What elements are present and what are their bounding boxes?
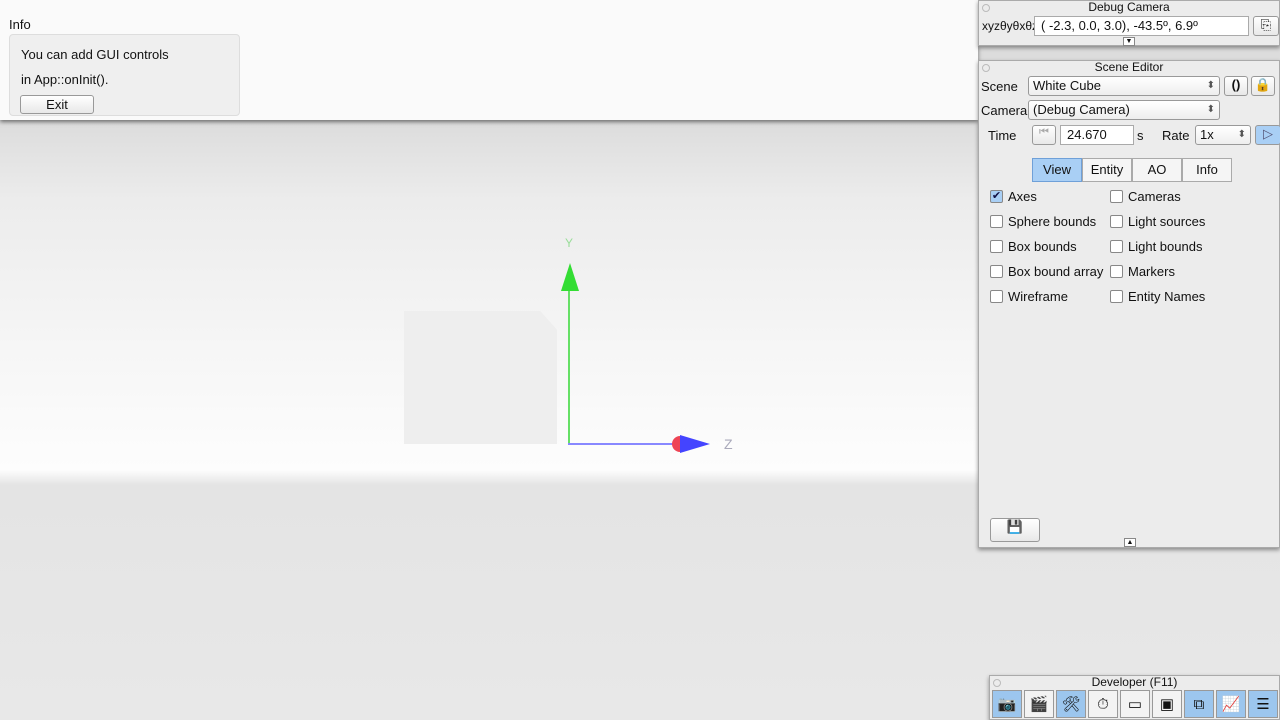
checkbox-label: Sphere bounds xyxy=(1008,214,1097,229)
info-title: Info xyxy=(9,17,31,32)
scene-editor-window: Scene Editor Scene White Cube () 🔒 Camer… xyxy=(978,60,1280,548)
checkbox-label: Light bounds xyxy=(1128,239,1203,254)
log-icon: ☰ xyxy=(1256,696,1270,713)
camera-label: Camera xyxy=(981,103,1028,118)
reload-scene-button[interactable]: () xyxy=(1224,76,1248,96)
developer-window: Developer (F11) 📷 🎬 🛠 ⏱ ▭ ▣ ⧉ 📈 ☰ xyxy=(989,675,1280,720)
checkbox-label: Axes xyxy=(1008,189,1037,204)
window-tool-button[interactable]: ▭ xyxy=(1120,690,1150,718)
y-arrow-icon xyxy=(561,263,579,291)
z-arrow-icon xyxy=(680,435,710,453)
checkbox-box[interactable] xyxy=(990,215,1003,228)
collapse-icon[interactable]: ▲ xyxy=(1124,538,1136,547)
checkbox-entity-names[interactable]: Entity Names xyxy=(1110,289,1205,304)
scene-icon: ⧉ xyxy=(1193,695,1205,713)
camera-coords-label: xyzθyθxθz xyxy=(982,19,1039,33)
time-field[interactable]: 24.670 xyxy=(1060,125,1134,145)
lock-button[interactable]: 🔒 xyxy=(1251,76,1275,96)
checkbox-box[interactable] xyxy=(1110,190,1123,203)
debug-camera-window: Debug Camera xyzθyθxθz ( -2.3, 0.0, 3.0)… xyxy=(978,0,1280,46)
time-unit: s xyxy=(1137,128,1144,143)
checkbox-axes[interactable]: ✔ Axes xyxy=(990,189,1037,204)
checkbox-label: Entity Names xyxy=(1128,289,1206,304)
checkbox-box[interactable]: ✔ xyxy=(990,190,1003,203)
checkbox-box-bound-array[interactable]: Box bound array xyxy=(990,264,1103,279)
checkbox-box[interactable] xyxy=(990,240,1003,253)
clapperboard-icon: 🎬 xyxy=(1029,696,1049,713)
tools-tool-button[interactable]: 🛠 xyxy=(1056,690,1086,718)
checkbox-box[interactable] xyxy=(990,290,1003,303)
rate-select[interactable]: 1x xyxy=(1195,125,1251,145)
checkbox-label: Markers xyxy=(1128,264,1175,279)
checkbox-box[interactable] xyxy=(1110,215,1123,228)
rate-label: Rate xyxy=(1162,128,1190,143)
time-label: Time xyxy=(988,128,1017,143)
z-axis xyxy=(568,443,678,445)
checkbox-box[interactable] xyxy=(1110,265,1123,278)
checkbox-markers[interactable]: Markers xyxy=(1110,264,1175,279)
stats-icon: 📈 xyxy=(1221,696,1241,713)
checkbox-label: Wireframe xyxy=(1008,289,1068,304)
info-text-1: You can add GUI controls xyxy=(21,47,169,62)
console-tool-button[interactable]: ▣ xyxy=(1152,690,1182,718)
console-icon: ▣ xyxy=(1159,696,1175,713)
camera-select[interactable]: (Debug Camera) xyxy=(1028,100,1220,120)
tools-icon: 🛠 xyxy=(1061,696,1081,713)
checkbox-box-bounds[interactable]: Box bounds xyxy=(990,239,1077,254)
white-cube xyxy=(404,311,557,444)
info-bar: Info You can add GUI controls in App::on… xyxy=(0,0,978,120)
scene-editor-title: Scene Editor xyxy=(979,61,1279,74)
checkbox-light-bounds[interactable]: Light bounds xyxy=(1110,239,1202,254)
camera-tool-button[interactable]: 📷 xyxy=(992,690,1022,718)
checkbox-label: Box bounds xyxy=(1008,239,1077,254)
save-scene-button[interactable]: 💾 xyxy=(990,518,1040,542)
checkbox-label: Box bound array xyxy=(1008,264,1104,279)
tab-info[interactable]: Info xyxy=(1182,158,1232,182)
checkbox-label: Light sources xyxy=(1128,214,1206,229)
clapperboard-tool-button[interactable]: 🎬 xyxy=(1024,690,1054,718)
scene-label: Scene xyxy=(981,79,1018,94)
stats-tool-button[interactable]: 📈 xyxy=(1216,690,1246,718)
camera-coords-field[interactable]: ( -2.3, 0.0, 3.0), -43.5º, 6.9º xyxy=(1034,16,1249,36)
scene-tool-button[interactable]: ⧉ xyxy=(1184,690,1214,718)
debug-camera-title: Debug Camera xyxy=(979,1,1279,14)
profiler-icon: ⏱ xyxy=(1097,695,1109,713)
scene-select[interactable]: White Cube xyxy=(1028,76,1220,96)
camera-icon: 📷 xyxy=(997,696,1017,713)
checkbox-label: Cameras xyxy=(1128,189,1181,204)
exit-button[interactable]: Exit xyxy=(20,95,94,114)
y-axis xyxy=(568,285,570,445)
checkbox-sphere-bounds[interactable]: Sphere bounds xyxy=(990,214,1096,229)
checkbox-wireframe[interactable]: Wireframe xyxy=(990,289,1068,304)
tab-ao[interactable]: AO xyxy=(1132,158,1182,182)
rewind-button[interactable]: ⏮ xyxy=(1032,125,1056,145)
checkbox-box[interactable] xyxy=(1110,290,1123,303)
checkbox-cameras[interactable]: Cameras xyxy=(1110,189,1181,204)
expand-icon[interactable]: ▼ xyxy=(1123,37,1135,46)
profiler-tool-button[interactable]: ⏱ xyxy=(1088,690,1118,718)
checkbox-box[interactable] xyxy=(990,265,1003,278)
checkbox-box[interactable] xyxy=(1110,240,1123,253)
copy-camera-button[interactable]: ⎘ xyxy=(1253,16,1279,36)
play-button[interactable]: ▷ xyxy=(1255,125,1280,145)
z-axis-label: Z xyxy=(724,436,733,452)
window-icon: ▭ xyxy=(1127,696,1143,713)
developer-title: Developer (F11) xyxy=(990,676,1279,689)
tab-view[interactable]: View xyxy=(1032,158,1082,182)
checkbox-light-sources[interactable]: Light sources xyxy=(1110,214,1205,229)
log-tool-button[interactable]: ☰ xyxy=(1248,690,1278,718)
info-text-2: in App::onInit(). xyxy=(21,72,109,87)
tab-entity[interactable]: Entity xyxy=(1082,158,1132,182)
info-pane: You can add GUI controls in App::onInit(… xyxy=(9,34,240,116)
y-axis-label: Y xyxy=(565,236,574,250)
